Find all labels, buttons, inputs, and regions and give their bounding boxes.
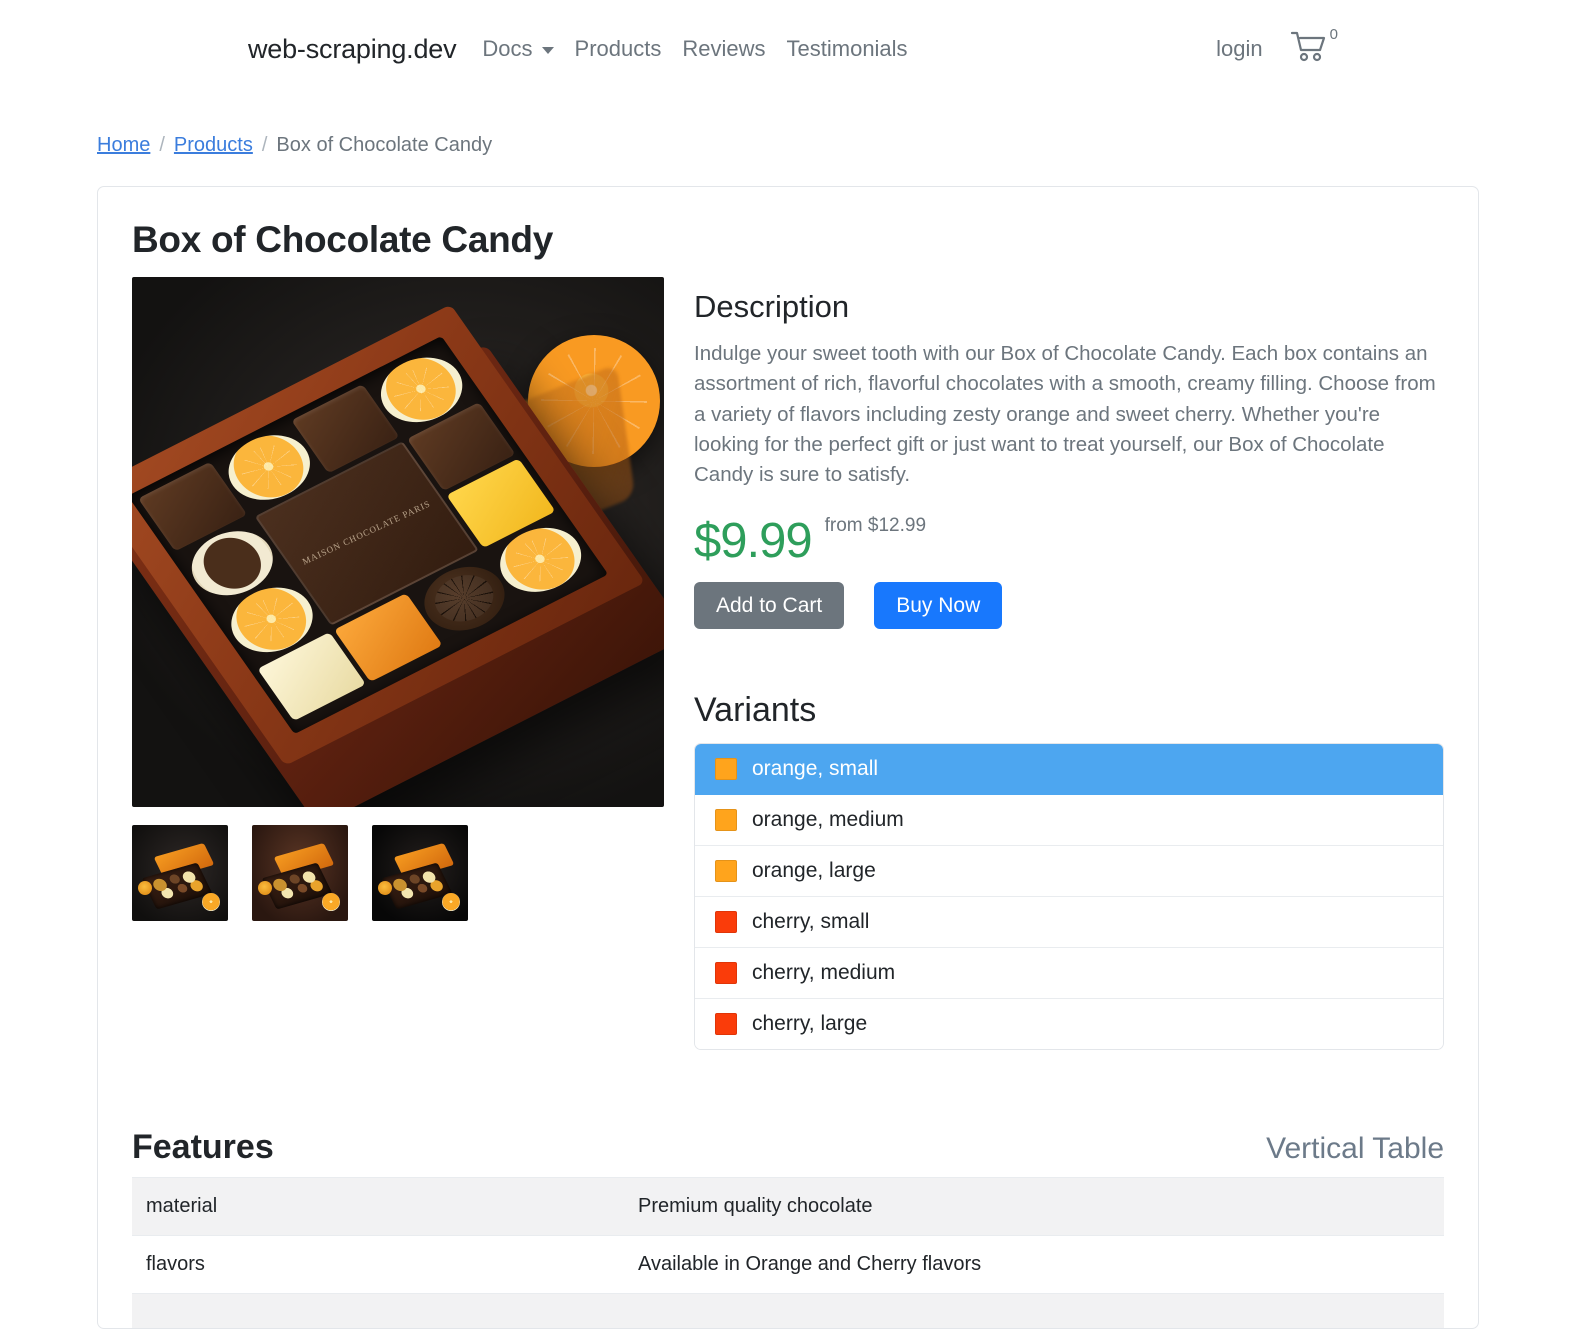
variant-label: orange, small xyxy=(752,756,879,780)
feature-value xyxy=(624,1292,1444,1328)
login-link[interactable]: login xyxy=(1216,36,1262,62)
nav-item-docs-label: Docs xyxy=(482,36,533,61)
box-plaque-text: MAISON CHOCOLATE PARIS xyxy=(300,498,432,567)
buy-now-button[interactable]: Buy Now xyxy=(874,581,1003,629)
description-heading: Description xyxy=(694,289,850,324)
feature-value: Available in Orange and Cherry flavors xyxy=(624,1234,1444,1294)
product-actions: Add to Cart Buy Now xyxy=(694,581,1444,629)
vertical-table-link[interactable]: Vertical Table xyxy=(1266,1132,1444,1166)
feature-key: flavors xyxy=(132,1234,624,1294)
table-row: material Premium quality chocolate xyxy=(132,1176,1444,1236)
variant-option[interactable]: cherry, large xyxy=(695,998,1443,1049)
table-row: flavors Available in Orange and Cherry f… xyxy=(132,1234,1444,1294)
product-main-row: MAISON CHOCOLATE PARIS Description Indul… xyxy=(132,277,1444,1050)
nav-item-testimonials[interactable]: Testimonials xyxy=(787,36,908,62)
variant-color-swatch xyxy=(715,757,737,780)
variant-option[interactable]: cherry, small xyxy=(695,896,1443,948)
variant-color-swatch xyxy=(715,961,737,984)
cart-count-badge: 0 xyxy=(1329,25,1338,43)
variant-label: orange, medium xyxy=(752,807,904,831)
variant-color-swatch xyxy=(715,808,737,831)
product-main-image[interactable]: MAISON CHOCOLATE PARIS xyxy=(132,277,664,807)
brand-logo[interactable]: web-scraping.dev xyxy=(248,34,457,65)
product-details: Description Indulge your sweet tooth wit… xyxy=(664,277,1444,1050)
feature-key: material xyxy=(132,1176,624,1236)
variant-option[interactable]: cherry, medium xyxy=(695,947,1443,999)
page-title: Box of Chocolate Candy xyxy=(132,219,553,260)
variant-option[interactable]: orange, small xyxy=(695,743,1443,795)
shopping-cart-icon xyxy=(1289,30,1329,69)
product-description: Indulge your sweet tooth with our Box of… xyxy=(694,342,1436,487)
product-price-original: from $12.99 xyxy=(824,514,927,536)
variant-color-swatch xyxy=(715,910,737,933)
breadcrumb-current: Box of Chocolate Candy xyxy=(276,134,493,156)
features-heading: Features xyxy=(132,1127,274,1166)
features-header: Features Vertical Table xyxy=(132,1128,1444,1167)
variant-color-swatch xyxy=(715,859,737,882)
variant-label: cherry, medium xyxy=(752,960,896,984)
thumbnail-2[interactable] xyxy=(252,825,348,921)
nav-links: Docs Products Reviews Testimonials xyxy=(482,36,907,62)
variants-list: orange, small orange, medium orange, lar… xyxy=(694,742,1444,1050)
thumbnail-3[interactable] xyxy=(372,825,468,921)
nav-item-reviews[interactable]: Reviews xyxy=(682,36,765,62)
breadcrumb-home[interactable]: Home xyxy=(97,134,150,157)
variant-label: orange, large xyxy=(752,858,876,882)
breadcrumb-products[interactable]: Products xyxy=(174,134,253,157)
navbar-right: login 0 xyxy=(1216,26,1338,69)
nav-item-products[interactable]: Products xyxy=(575,36,662,62)
product-gallery: MAISON CHOCOLATE PARIS xyxy=(132,277,664,921)
variant-option[interactable]: orange, large xyxy=(695,845,1443,897)
feature-value: Premium quality chocolate xyxy=(624,1176,1444,1236)
thumbnail-1[interactable] xyxy=(132,825,228,921)
cart-button[interactable]: 0 xyxy=(1289,26,1338,69)
nav-item-docs[interactable]: Docs xyxy=(482,36,554,62)
chevron-down-icon xyxy=(541,47,554,54)
price-block: $9.99 from $12.99 xyxy=(694,513,1444,568)
breadcrumb-separator: / xyxy=(261,134,268,156)
variant-color-swatch xyxy=(715,1012,737,1035)
variant-label: cherry, small xyxy=(752,909,870,933)
feature-key xyxy=(132,1292,624,1328)
navbar: web-scraping.dev Docs Products Reviews T… xyxy=(0,0,1576,98)
breadcrumb: Home / Products / Box of Chocolate Candy xyxy=(0,98,1576,157)
variants-heading: Variants xyxy=(694,690,817,729)
thumbnail-list xyxy=(132,825,664,921)
breadcrumb-separator: / xyxy=(159,134,165,156)
variant-option[interactable]: orange, medium xyxy=(695,794,1443,846)
product-price: $9.99 xyxy=(694,513,813,568)
add-to-cart-button[interactable]: Add to Cart xyxy=(694,581,845,629)
features-table: material Premium quality chocolate flavo… xyxy=(132,1176,1444,1328)
variant-label: cherry, large xyxy=(752,1011,868,1035)
table-row xyxy=(132,1292,1444,1328)
product-card: Box of Chocolate Candy MAISON CHOCOLATE … xyxy=(97,186,1479,1329)
